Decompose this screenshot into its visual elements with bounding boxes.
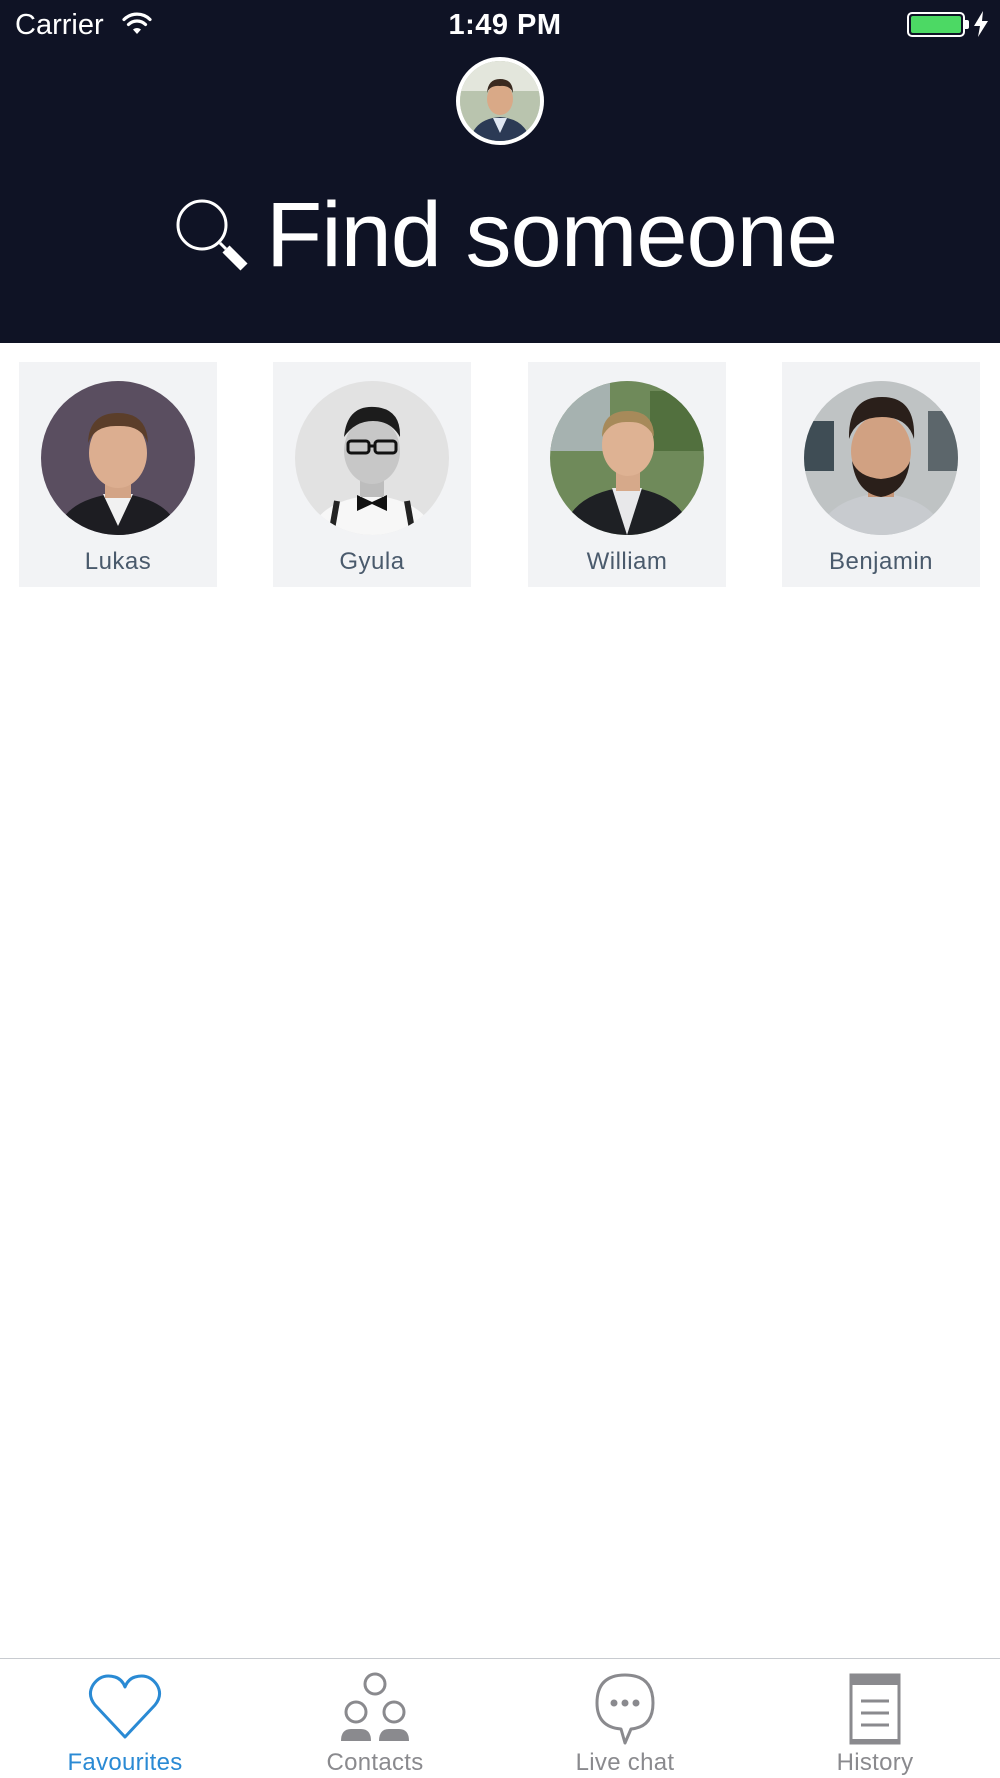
battery-icon	[907, 12, 965, 37]
battery-tip	[965, 20, 969, 29]
avatar	[550, 381, 704, 535]
find-someone-button[interactable]: Find someone	[170, 180, 838, 290]
favourite-name: William	[586, 548, 668, 575]
avatar	[41, 381, 195, 535]
profile-avatar[interactable]	[456, 57, 544, 145]
tab-contacts[interactable]: Contacts	[250, 1659, 500, 1778]
people-icon	[341, 1672, 409, 1741]
tab-favourites[interactable]: Favourites	[0, 1659, 250, 1778]
tab-history[interactable]: History	[750, 1659, 1000, 1778]
tab-label: Contacts	[326, 1749, 424, 1776]
avatar	[295, 381, 449, 535]
magnifier-icon	[176, 199, 248, 271]
chat-bubble-icon	[595, 1673, 655, 1745]
find-someone-label: Find someone	[266, 184, 838, 286]
tab-label: History	[836, 1749, 914, 1776]
profile-photo	[460, 61, 540, 141]
charging-bolt-icon	[974, 11, 988, 37]
status-time: 1:49 PM	[448, 9, 562, 41]
heart-icon	[88, 1674, 162, 1739]
header: Carrier 1:49 PM Find someone	[0, 0, 1000, 343]
favourite-card-lukas[interactable]: Lukas	[19, 362, 217, 587]
favourite-card-gyula[interactable]: Gyula	[273, 362, 471, 587]
document-icon	[849, 1673, 901, 1745]
tab-label: Live chat	[575, 1749, 675, 1776]
favourite-name: Lukas	[84, 548, 152, 575]
tab-live-chat[interactable]: Live chat	[500, 1659, 750, 1778]
tab-label: Favourites	[67, 1749, 183, 1776]
favourite-name: Benjamin	[828, 548, 934, 575]
avatar	[804, 381, 958, 535]
tab-bar: Favourites Contacts Live chat History	[0, 1658, 1000, 1778]
favourite-card-benjamin[interactable]: Benjamin	[782, 362, 980, 587]
status-bar: Carrier 1:49 PM	[0, 0, 1000, 50]
favourite-card-william[interactable]: William	[528, 362, 726, 587]
favourite-name: Gyula	[339, 548, 405, 575]
